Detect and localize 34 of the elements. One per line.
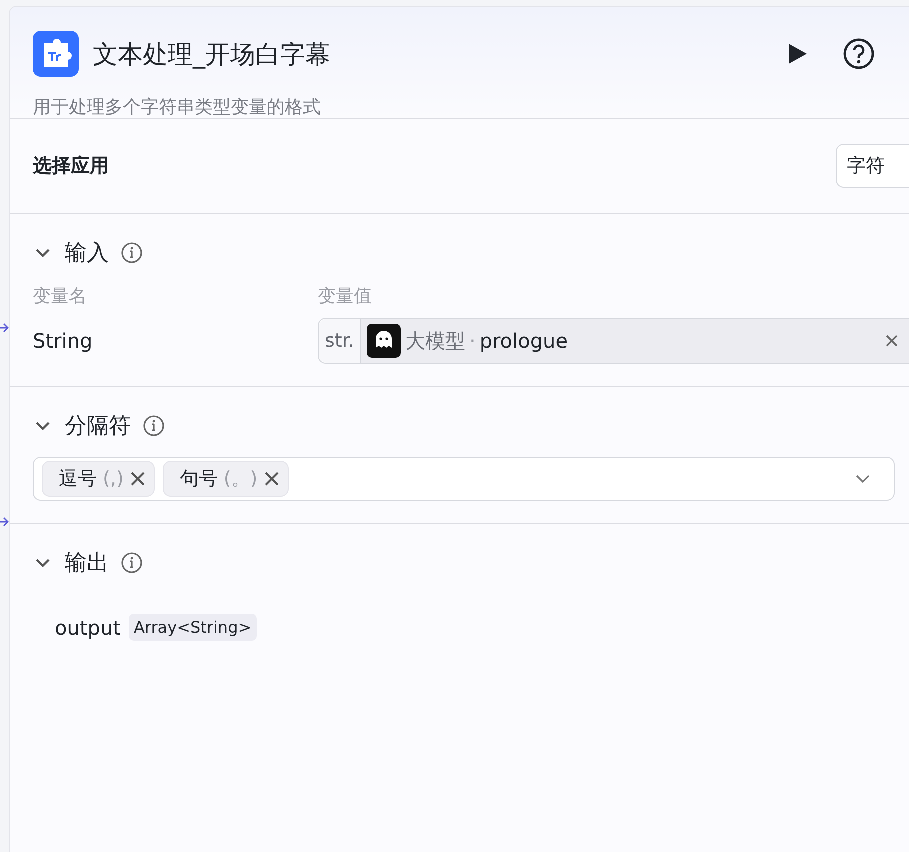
puzzle-logo-icon <box>33 31 79 77</box>
info-icon[interactable] <box>121 552 143 574</box>
port-arrow-icon <box>0 516 9 528</box>
info-icon[interactable] <box>143 415 165 437</box>
select-app-label: 选择应用 <box>33 154 109 179</box>
tag-symbol: (。) <box>224 467 258 492</box>
variable-name: String <box>33 329 94 353</box>
output-name: output <box>55 616 121 640</box>
column-header: 变量值 <box>318 285 373 308</box>
type-label: Array<String> <box>128 614 257 641</box>
source-node-name: 大模型 <box>405 328 466 354</box>
variable-reference: prologue <box>480 329 568 353</box>
ghost-avatar-icon <box>367 324 402 358</box>
section-title: 输入 <box>65 240 109 268</box>
info-icon[interactable] <box>121 242 143 264</box>
close-icon[interactable] <box>264 471 280 487</box>
close-icon[interactable] <box>130 471 146 487</box>
variable-value-field[interactable]: str. 大模型 · prologue <box>318 318 909 364</box>
separator-dot: · <box>469 329 476 353</box>
tag-label: 逗号 <box>59 467 97 492</box>
type-tag: str. <box>319 319 362 363</box>
play-icon[interactable] <box>787 42 809 66</box>
tag-symbol: (,) <box>103 468 124 490</box>
section-title: 分隔符 <box>65 413 131 441</box>
close-icon[interactable] <box>885 334 899 348</box>
port-arrow-icon <box>0 322 9 334</box>
tag-label: 句号 <box>180 467 218 492</box>
app-dropdown[interactable]: 字符 <box>836 144 909 188</box>
column-header: 变量名 <box>33 285 88 308</box>
node-title: 文本处理_开场白字幕 <box>93 38 332 70</box>
help-icon[interactable] <box>843 38 875 70</box>
node-description: 用于处理多个字符串类型变量的格式 <box>33 96 322 119</box>
section-title: 输出 <box>65 550 109 578</box>
delimiter-select[interactable]: 逗号 (,) 句号 (。) <box>33 457 895 501</box>
